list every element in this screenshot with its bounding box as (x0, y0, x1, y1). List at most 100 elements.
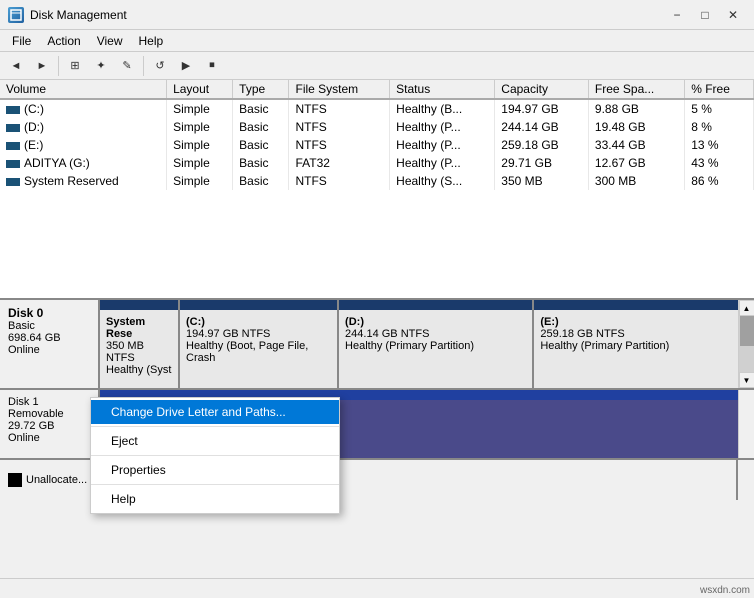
table-cell: 9.88 GB (588, 99, 684, 118)
partition-size-e: 259.18 GB NTFS (540, 328, 732, 340)
table-cell: Basic (233, 118, 289, 136)
table-cell: Healthy (B... (390, 99, 495, 118)
toolbar-action3[interactable]: ▶ (174, 55, 198, 77)
app-title: Disk Management (30, 8, 664, 22)
disk0-part-e[interactable]: (E:) 259.18 GB NTFS Healthy (Primary Par… (534, 300, 738, 388)
disk1-status: Online (8, 432, 90, 444)
ctx-change-drive-letter[interactable]: Change Drive Letter and Paths... (91, 400, 339, 424)
disk0-type: Basic (8, 320, 90, 332)
col-volume[interactable]: Volume (0, 80, 167, 99)
partition-status-c: Healthy (Boot, Page File, Crash (186, 340, 331, 364)
disk1-size: 29.72 GB (8, 420, 90, 432)
partition-header-d (339, 300, 532, 310)
toolbar-action1[interactable]: ✦ (89, 55, 113, 77)
menu-bar: File Action View Help (0, 30, 754, 52)
partition-name-c: (C:) (186, 316, 331, 328)
unallocated-info: Unallocate... (0, 460, 100, 500)
col-layout[interactable]: Layout (167, 80, 233, 99)
volume-table: Volume Layout Type File System Status Ca… (0, 80, 754, 190)
scroll-thumb[interactable] (740, 316, 754, 346)
disk1-name: Disk 1 (8, 396, 90, 408)
disk0-row: Disk 0 Basic 698.64 GB Online System Res… (0, 300, 754, 390)
table-row[interactable]: ADITYA (G:)SimpleBasicFAT32Healthy (P...… (0, 154, 754, 172)
close-button[interactable]: ✕ (720, 4, 746, 26)
menu-view[interactable]: View (89, 32, 131, 50)
partition-status-sysreserved: Healthy (Syst (106, 364, 172, 376)
ctx-help[interactable]: Help (91, 487, 339, 511)
toolbar-properties[interactable]: ⊞ (63, 55, 87, 77)
partition-size-c: 194.97 GB NTFS (186, 328, 331, 340)
table-cell: 8 % (685, 118, 754, 136)
toolbar: ◄ ► ⊞ ✦ ✎ ↺ ▶ ⏹ (0, 52, 754, 80)
scroll-down[interactable]: ▼ (739, 372, 754, 388)
partition-status-d: Healthy (Primary Partition) (345, 340, 526, 352)
table-cell: 259.18 GB (495, 136, 589, 154)
ctx-sep2 (91, 455, 339, 456)
table-cell: Simple (167, 172, 233, 190)
partition-content-c: (C:) 194.97 GB NTFS Healthy (Boot, Page … (186, 316, 331, 364)
table-cell: 12.67 GB (588, 154, 684, 172)
disk1-info: Disk 1 Removable 29.72 GB Online (0, 390, 100, 458)
row-icon (6, 160, 20, 168)
menu-help[interactable]: Help (131, 32, 172, 50)
table-cell: Basic (233, 154, 289, 172)
partition-header-sysreserved (100, 300, 178, 310)
menu-action[interactable]: Action (39, 32, 88, 50)
ctx-properties[interactable]: Properties (91, 458, 339, 482)
partition-content-d: (D:) 244.14 GB NTFS Healthy (Primary Par… (345, 316, 526, 352)
col-capacity[interactable]: Capacity (495, 80, 589, 99)
toolbar-refresh[interactable]: ↺ (148, 55, 172, 77)
table-cell: Simple (167, 154, 233, 172)
ctx-sep3 (91, 484, 339, 485)
disk0-size: 698.64 GB (8, 332, 90, 344)
partition-name-d: (D:) (345, 316, 526, 328)
context-menu: Change Drive Letter and Paths... Eject P… (90, 397, 340, 514)
disk0-part-sysreserved[interactable]: System Rese 350 MB NTFS Healthy (Syst (100, 300, 180, 388)
partition-name-sysreserved: System Rese (106, 316, 172, 340)
table-cell: Healthy (P... (390, 118, 495, 136)
disk0-status: Online (8, 344, 90, 356)
partition-content-e: (E:) 259.18 GB NTFS Healthy (Primary Par… (540, 316, 732, 352)
table-cell: 43 % (685, 154, 754, 172)
col-pct[interactable]: % Free (685, 80, 754, 99)
row-icon (6, 142, 20, 150)
col-type[interactable]: Type (233, 80, 289, 99)
disk0-part-d[interactable]: (D:) 244.14 GB NTFS Healthy (Primary Par… (339, 300, 534, 388)
col-filesystem[interactable]: File System (289, 80, 390, 99)
ctx-eject[interactable]: Eject (91, 429, 339, 453)
table-row[interactable]: (D:)SimpleBasicNTFSHealthy (P...244.14 G… (0, 118, 754, 136)
table-cell: Basic (233, 99, 289, 118)
row-icon (6, 124, 20, 132)
scroll-up[interactable]: ▲ (739, 300, 754, 316)
app-icon (8, 7, 24, 23)
partition-size-sysreserved: 350 MB NTFS (106, 340, 172, 364)
table-cell: 5 % (685, 99, 754, 118)
toolbar-action4[interactable]: ⏹ (200, 55, 224, 77)
disk0-partitions: System Rese 350 MB NTFS Healthy (Syst (C… (100, 300, 738, 388)
table-cell: 33.44 GB (588, 136, 684, 154)
disk-area: Disk 0 Basic 698.64 GB Online System Res… (0, 300, 754, 578)
partition-name-e: (E:) (540, 316, 732, 328)
minimize-button[interactable]: − (664, 4, 690, 26)
table-cell: Simple (167, 118, 233, 136)
col-free[interactable]: Free Spa... (588, 80, 684, 99)
table-row[interactable]: (E:)SimpleBasicNTFSHealthy (P...259.18 G… (0, 136, 754, 154)
table-cell: 300 MB (588, 172, 684, 190)
scrollbar-right[interactable]: ▲ ▼ (738, 300, 754, 388)
unallocated-label: Unallocate... (26, 474, 87, 486)
table-cell: NTFS (289, 172, 390, 190)
toolbar-forward[interactable]: ► (30, 55, 54, 77)
toolbar-back[interactable]: ◄ (4, 55, 28, 77)
menu-file[interactable]: File (4, 32, 39, 50)
table-row[interactable]: (C:)SimpleBasicNTFSHealthy (B...194.97 G… (0, 99, 754, 118)
table-cell: 194.97 GB (495, 99, 589, 118)
table-row[interactable]: System ReservedSimpleBasicNTFSHealthy (S… (0, 172, 754, 190)
table-cell: NTFS (289, 136, 390, 154)
disk0-part-c[interactable]: (C:) 194.97 GB NTFS Healthy (Boot, Page … (180, 300, 339, 388)
maximize-button[interactable]: □ (692, 4, 718, 26)
table-cell: Basic (233, 136, 289, 154)
toolbar-action2[interactable]: ✎ (115, 55, 139, 77)
watermark: wsxdn.com (700, 585, 750, 596)
table-cell: NTFS (289, 118, 390, 136)
col-status[interactable]: Status (390, 80, 495, 99)
